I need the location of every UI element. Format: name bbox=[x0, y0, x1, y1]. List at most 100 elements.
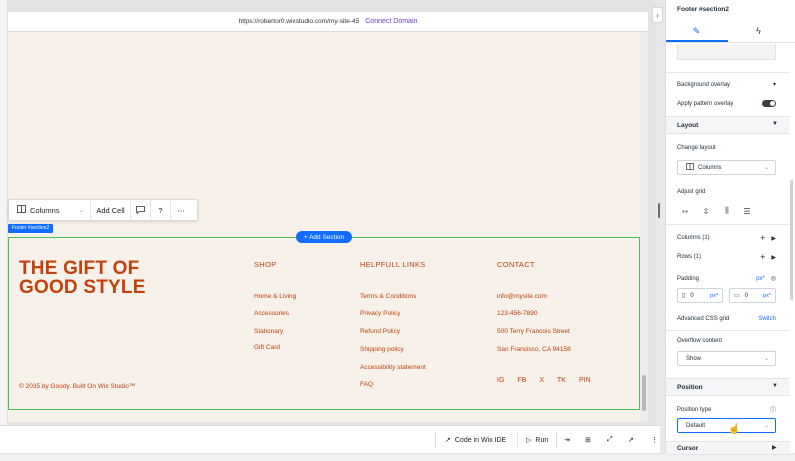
inspector-panel: Footer #section2 ✎ ϟ Background overlay … bbox=[665, 0, 795, 455]
add-column-icon[interactable]: + bbox=[760, 233, 765, 243]
lightning-icon: ϟ bbox=[756, 26, 761, 36]
dock-icon[interactable]: ⇥ bbox=[564, 426, 570, 454]
tab-design[interactable]: ✎ bbox=[674, 22, 719, 40]
tab-interactions[interactable]: ϟ bbox=[736, 22, 781, 40]
contact-email[interactable]: info@mysite.com bbox=[497, 293, 547, 300]
bottom-toolbar: ↗ Code in Wix IDE ▷ Run ⇥ ⊞ ⤢ ↗ ⋮ bbox=[0, 425, 660, 453]
helpful-link[interactable]: FAQ bbox=[360, 381, 373, 388]
chevron-down-icon: ⌄ bbox=[763, 165, 769, 171]
chevron-down-icon: ⌄ bbox=[78, 207, 84, 214]
expand-icon[interactable]: ⤢ bbox=[607, 426, 613, 454]
overflow-dropdown[interactable]: Show ⌄ bbox=[677, 351, 776, 366]
padding-unit-dropdown[interactable]: px* bbox=[756, 276, 765, 282]
helpful-links-column: HELPFULL LINKS Terms & Conditions Privac… bbox=[360, 260, 426, 388]
collapse-panel-icon[interactable]: › bbox=[652, 7, 663, 23]
connect-domain-link[interactable]: Connect Domain bbox=[365, 18, 417, 25]
social-link-fb[interactable]: FB bbox=[517, 377, 526, 384]
divider bbox=[517, 432, 518, 448]
advanced-css-grid-row: Advanced CSS grid Switch bbox=[677, 316, 776, 322]
padding-vertical-value: 0 bbox=[744, 292, 749, 299]
layout-dropdown[interactable]: Columns ⌄ bbox=[677, 160, 776, 175]
footer-section[interactable]: THE GIFT OF GOOD STYLE © 2035 by Goody. … bbox=[8, 237, 640, 410]
padding-vertical-input[interactable]: ▭ 0 px* bbox=[729, 288, 776, 303]
shop-link[interactable]: Stationary bbox=[254, 328, 283, 335]
background-preview[interactable] bbox=[677, 44, 776, 60]
social-link-ig[interactable]: IG bbox=[497, 377, 504, 384]
divider bbox=[666, 330, 790, 331]
adjust-grid-text: Adjust grid bbox=[677, 189, 706, 195]
social-link-tk[interactable]: TK bbox=[557, 377, 566, 384]
more-icon[interactable]: ⋯ bbox=[171, 200, 191, 220]
distribute-horizontal-icon[interactable]: ⇿ bbox=[679, 206, 691, 216]
floating-toolbar: Columns ⌄ Add Cell ? ⋯ bbox=[8, 199, 198, 221]
split-columns-icon[interactable]: ⫼ bbox=[721, 206, 733, 216]
position-type-value: Default bbox=[686, 422, 706, 429]
brand-line-2: GOOD STYLE bbox=[19, 277, 146, 298]
canvas-scrollbar[interactable] bbox=[640, 32, 648, 422]
helpful-link[interactable]: Terms & Conditions bbox=[360, 293, 416, 300]
brand-line-1: THE GIFT OF bbox=[19, 258, 140, 279]
position-section-header[interactable]: Position ▼ bbox=[666, 378, 790, 396]
pattern-overlay-toggle[interactable] bbox=[762, 100, 776, 107]
columns-icon bbox=[686, 163, 694, 172]
chevron-down-icon: ▼ bbox=[772, 383, 778, 389]
code-in-ide-button[interactable]: ↗ Code in Wix IDE bbox=[445, 426, 506, 454]
help-icon[interactable]: ? bbox=[151, 200, 171, 220]
columns-row: Columns (1) + ▶ bbox=[677, 233, 776, 243]
chevron-right-icon[interactable]: ▶ bbox=[771, 254, 776, 261]
helpful-link[interactable]: Shipping policy bbox=[360, 346, 404, 353]
run-button[interactable]: ▷ Run bbox=[526, 426, 548, 454]
comment-icon[interactable] bbox=[131, 200, 151, 220]
wix-studio-editor: https://robertor0.wixstudio.com/my-site-… bbox=[0, 0, 795, 461]
helpful-link[interactable]: Refund Policy bbox=[360, 328, 400, 335]
helpful-link[interactable]: Privacy Policy bbox=[360, 310, 400, 317]
pattern-overlay-row: Apply pattern overlay bbox=[677, 100, 776, 107]
divider bbox=[666, 42, 795, 43]
shop-link[interactable]: Gift Card bbox=[254, 344, 280, 351]
shop-link[interactable]: Home & Living bbox=[254, 293, 296, 300]
paintbrush-icon: ✎ bbox=[692, 25, 701, 36]
add-cell-button[interactable]: Add Cell bbox=[91, 200, 131, 220]
more-vertical-icon[interactable]: ⋮ bbox=[651, 426, 658, 454]
columns-label: Columns bbox=[30, 205, 60, 215]
background-overlay-row[interactable]: Background overlay ▾ bbox=[677, 81, 776, 89]
canvas-scroll-thumb[interactable] bbox=[642, 375, 646, 411]
columns-count-label: Columns (1) bbox=[677, 235, 710, 241]
divider bbox=[666, 72, 790, 73]
add-row-icon[interactable]: + bbox=[760, 252, 765, 262]
pattern-overlay-label: Apply pattern overlay bbox=[677, 100, 734, 107]
add-section-button[interactable]: + Add Section bbox=[296, 231, 352, 243]
distribute-vertical-icon[interactable]: ⇳ bbox=[700, 206, 712, 216]
shop-column: SHOP Home & Living Accessories Stationar… bbox=[254, 260, 296, 351]
link-padding-icon[interactable]: ◎ bbox=[771, 275, 776, 282]
panel-title: Footer #section2 bbox=[677, 6, 730, 13]
play-icon: ▷ bbox=[526, 437, 532, 444]
popout-icon[interactable]: ↗ bbox=[628, 426, 634, 454]
helpful-link[interactable]: Accessibility statement bbox=[360, 364, 426, 371]
cursor-heading: Cursor bbox=[677, 445, 699, 452]
chevron-right-icon: ▶ bbox=[772, 445, 777, 451]
section-tag[interactable]: Footer #section2 bbox=[8, 224, 54, 233]
panel-scrollbar[interactable] bbox=[790, 180, 793, 300]
switch-link[interactable]: Switch bbox=[758, 316, 776, 322]
contact-phone: 123-456-7890 bbox=[497, 310, 538, 317]
layout-section-header[interactable]: Layout ▼ bbox=[666, 116, 790, 134]
overflow-content-text: Overflow content bbox=[677, 338, 723, 344]
position-type-dropdown[interactable]: Default ⌄ bbox=[677, 418, 776, 433]
layout-icon[interactable]: ⊞ bbox=[585, 426, 591, 454]
info-icon[interactable]: ⓘ bbox=[770, 405, 776, 414]
columns-dropdown[interactable]: Columns ⌄ bbox=[9, 200, 91, 220]
social-link-pin[interactable]: PIN bbox=[579, 377, 591, 384]
code-in-ide-label: Code in Wix IDE bbox=[454, 436, 507, 444]
resize-handle[interactable] bbox=[658, 203, 660, 218]
padding-horizontal-unit: px* bbox=[710, 292, 718, 299]
address-bar: https://robertor0.wixstudio.com/my-site-… bbox=[8, 12, 648, 32]
contact-column: CONTACT info@mysite.com 123-456-7890 500… bbox=[497, 260, 571, 353]
shop-link[interactable]: Accessories bbox=[254, 310, 289, 317]
padding-horizontal-input[interactable]: ▯ 0 px* bbox=[677, 288, 723, 303]
social-link-x[interactable]: X bbox=[539, 377, 544, 384]
split-rows-icon[interactable]: ☰ bbox=[741, 206, 753, 216]
columns-icon bbox=[17, 205, 26, 215]
chevron-right-icon[interactable]: ▶ bbox=[771, 235, 776, 242]
cursor-section-header[interactable]: Cursor ▶ bbox=[666, 441, 790, 455]
